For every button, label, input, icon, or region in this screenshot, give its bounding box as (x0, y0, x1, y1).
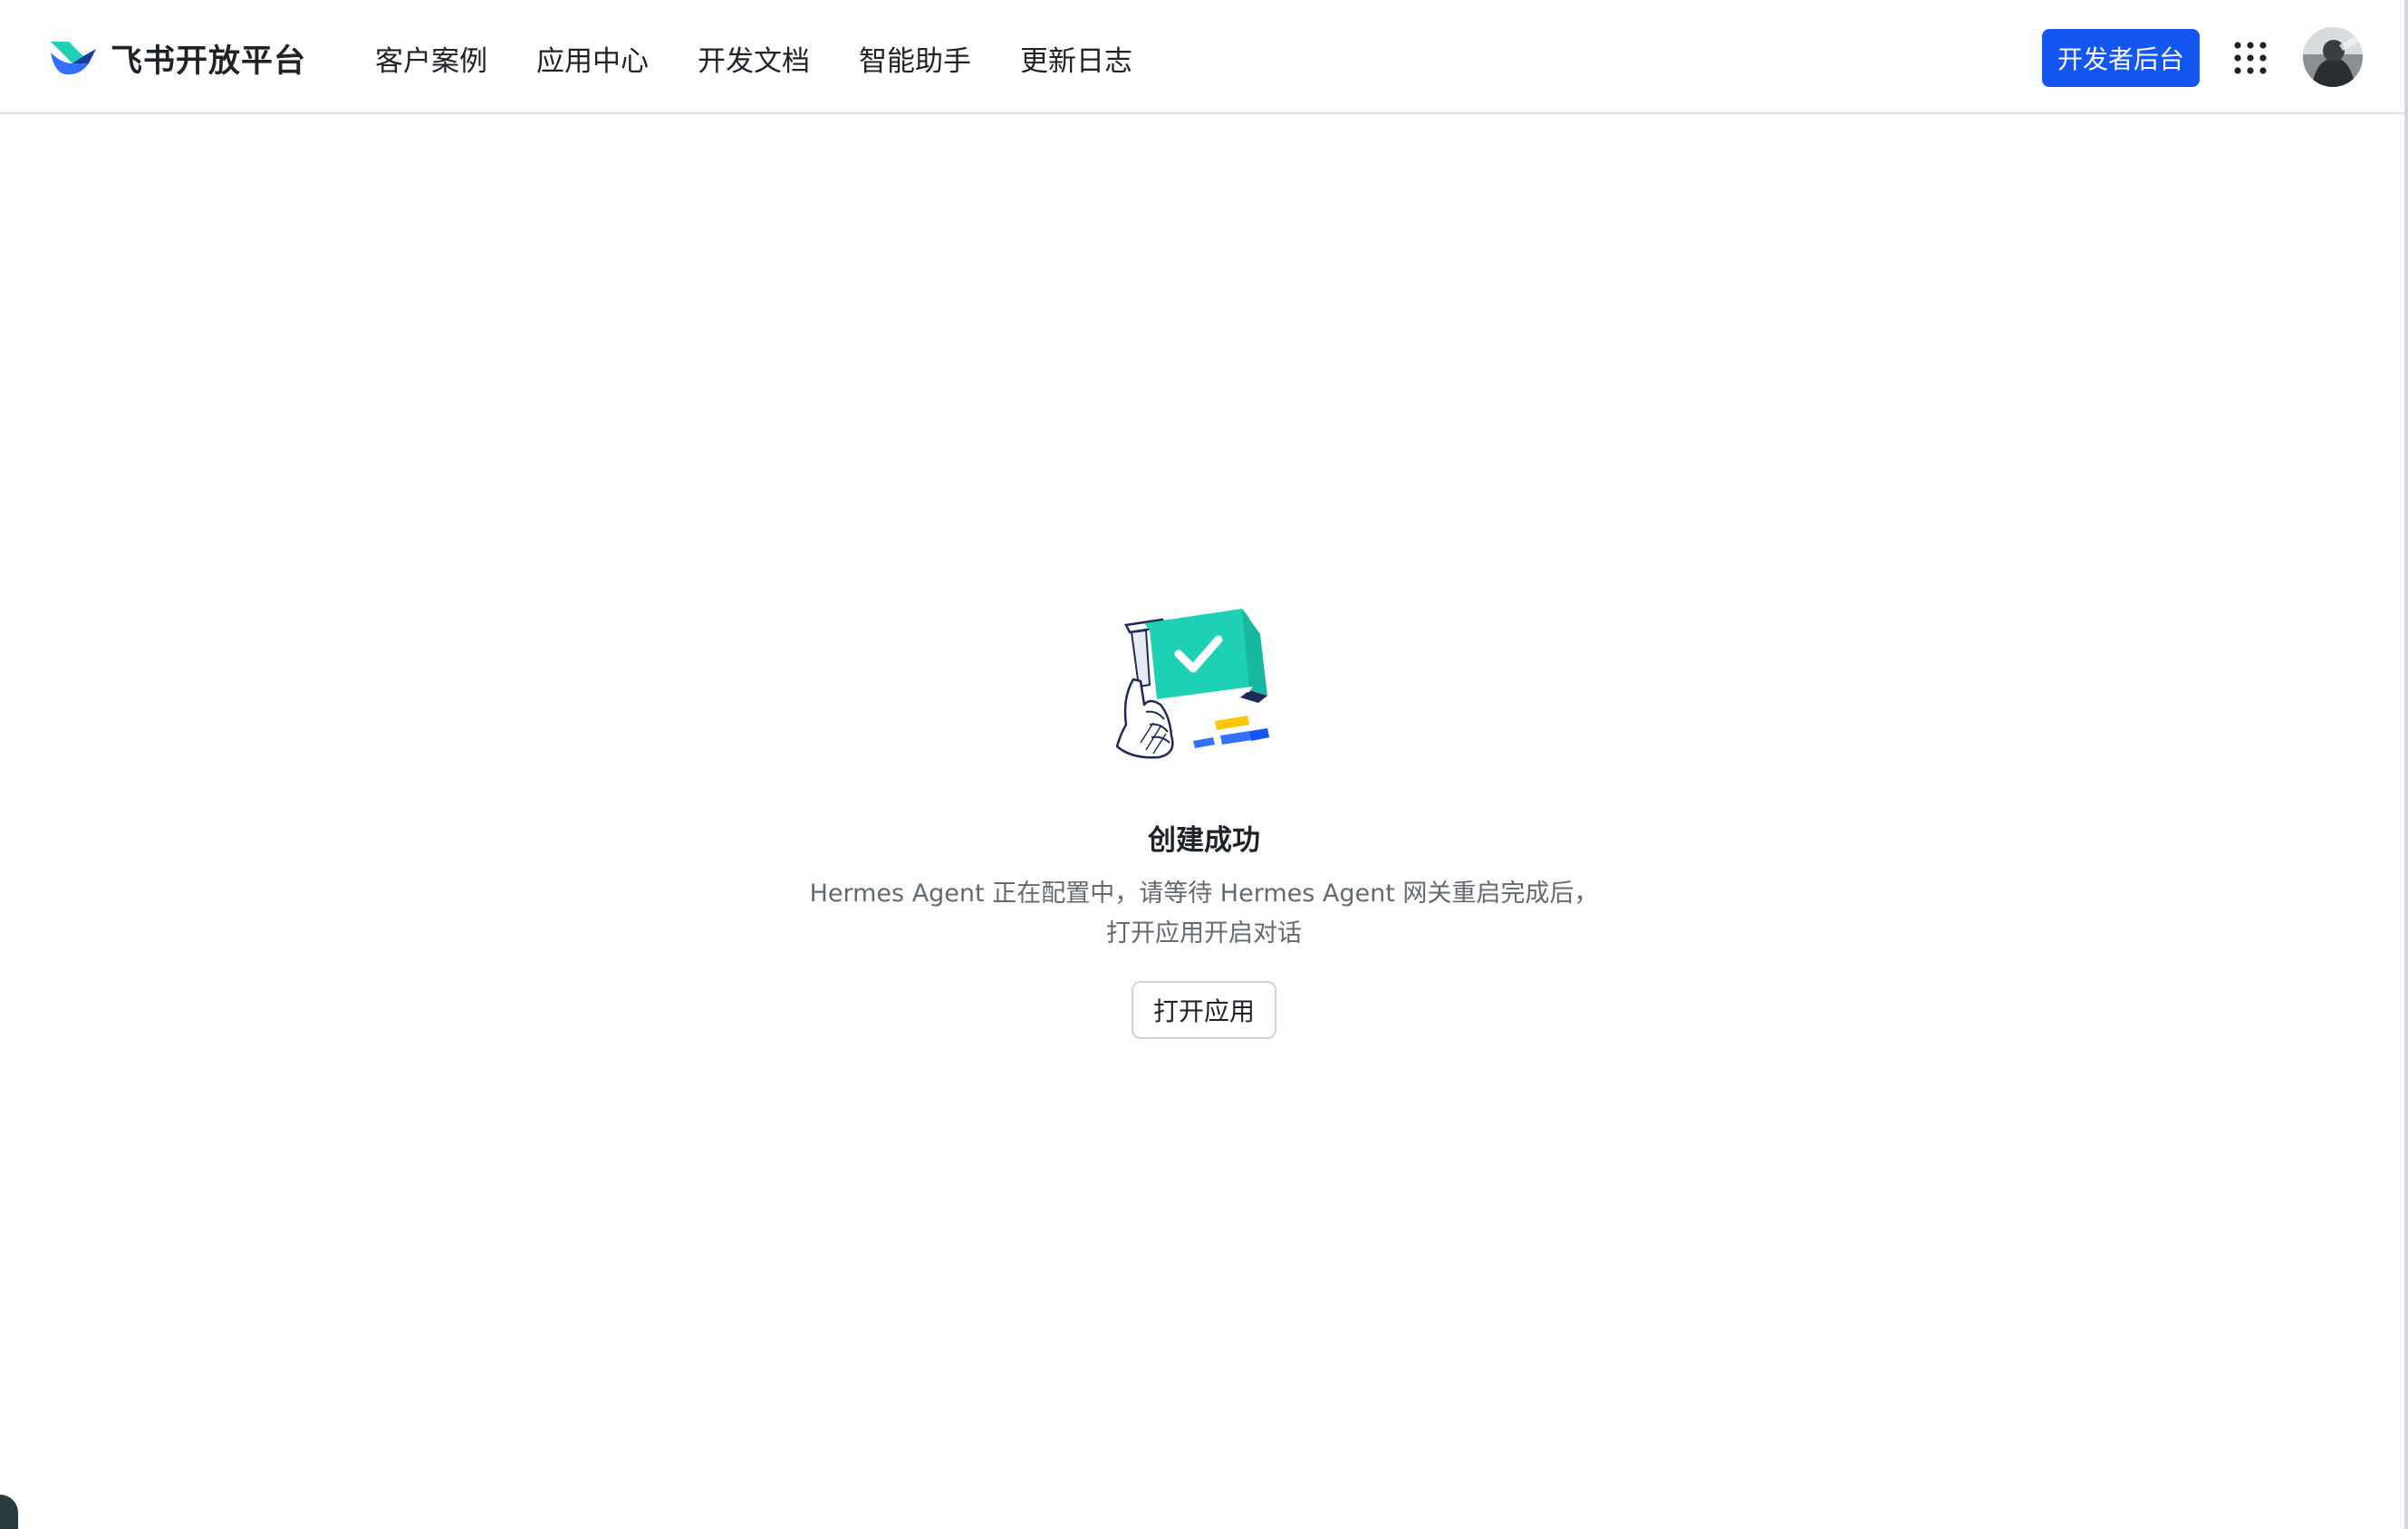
result-description-line-2: 打开应用开启对话 (1105, 919, 1302, 947)
success-flag-illustration (1115, 609, 1269, 759)
feishu-logo-icon (51, 42, 96, 75)
main-nav: 客户案例 应用中心 开发文档 智能助手 更新日志 (375, 34, 1181, 82)
nav-item-ai-assistant[interactable]: 智能助手 (859, 38, 971, 79)
developer-console-button[interactable]: 开发者后台 (2042, 29, 2200, 87)
result-title: 创建成功 (1148, 824, 1260, 857)
brand[interactable]: 飞书开放平台 (47, 33, 306, 83)
result-description-line-1: Hermes Agent 正在配置中，请等待 Hermes Agent 网关重启… (809, 880, 1599, 908)
top-navigation-bar: 飞书开放平台 客户案例 应用中心 开发文档 智能助手 更新日志 开发者后台 (0, 0, 2408, 114)
window-right-edge (2404, 0, 2408, 1529)
page: 飞书开放平台 客户案例 应用中心 开发文档 智能助手 更新日志 开发者后台 创建… (0, 0, 2408, 1529)
open-app-button[interactable]: 打开应用 (1132, 981, 1276, 1039)
brand-name: 飞书开放平台 (111, 43, 307, 80)
nav-item-dev-docs[interactable]: 开发文档 (698, 38, 810, 79)
user-avatar[interactable] (2303, 27, 2363, 87)
result-description: Hermes Agent 正在配置中，请等待 Hermes Agent 网关重启… (810, 874, 1599, 954)
nav-item-changelog[interactable]: 更新日志 (1020, 38, 1132, 79)
result-panel: 创建成功 Hermes Agent 正在配置中，请等待 Hermes Agent… (0, 598, 2408, 1039)
nav-item-app-center[interactable]: 应用中心 (536, 38, 649, 79)
nav-item-customer-cases[interactable]: 客户案例 (375, 38, 487, 79)
grid-dots-icon[interactable] (2232, 40, 2268, 76)
window-corner (0, 1495, 18, 1529)
